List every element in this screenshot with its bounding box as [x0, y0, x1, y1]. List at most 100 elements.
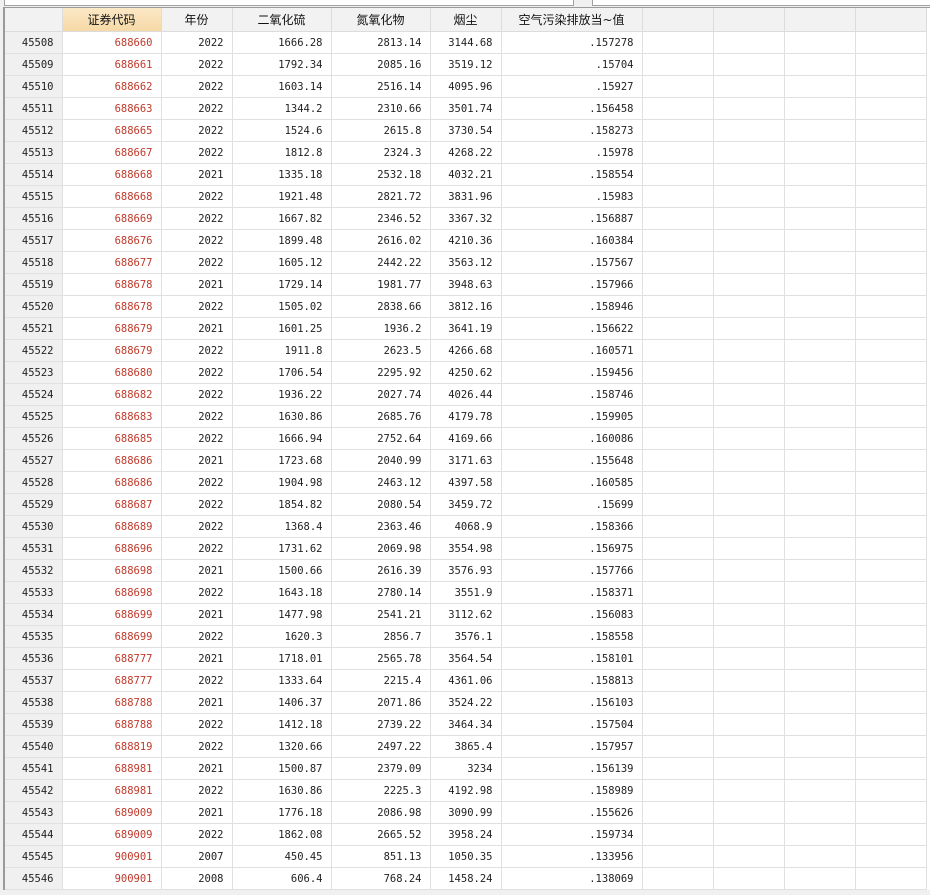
cell-nox[interactable]: 2497.22: [331, 735, 431, 758]
cell-air-pollution[interactable]: .157278: [501, 31, 643, 54]
empty-cell[interactable]: [713, 559, 785, 582]
cell-nox[interactable]: 2080.54: [331, 493, 431, 516]
cell-code[interactable]: 688662: [62, 75, 162, 98]
cell-so2[interactable]: 1500.66: [232, 559, 332, 582]
empty-cell[interactable]: [713, 735, 785, 758]
cell-code[interactable]: 688777: [62, 669, 162, 692]
cell-year[interactable]: 2022: [161, 185, 233, 208]
cell-year[interactable]: 2022: [161, 207, 233, 230]
empty-cell[interactable]: [855, 185, 927, 208]
cell-air-pollution[interactable]: .159734: [501, 823, 643, 846]
cell-code[interactable]: 688777: [62, 647, 162, 670]
empty-cell[interactable]: [642, 163, 714, 186]
cell-nox[interactable]: 2856.7: [331, 625, 431, 648]
cell-so2[interactable]: 1729.14: [232, 273, 332, 296]
cell-so2[interactable]: 1605.12: [232, 251, 332, 274]
empty-cell[interactable]: [855, 801, 927, 824]
cell-dust[interactable]: 3865.4: [430, 735, 502, 758]
cell-year[interactable]: 2021: [161, 273, 233, 296]
empty-cell[interactable]: [855, 229, 927, 252]
cell-air-pollution[interactable]: .160086: [501, 427, 643, 450]
cell-air-pollution[interactable]: .160571: [501, 339, 643, 362]
empty-cell[interactable]: [713, 97, 785, 120]
cell-nox[interactable]: 2813.14: [331, 31, 431, 54]
cell-year[interactable]: 2022: [161, 361, 233, 384]
empty-cell[interactable]: [642, 449, 714, 472]
cell-nox[interactable]: 2532.18: [331, 163, 431, 186]
cell-dust[interactable]: 3464.34: [430, 713, 502, 736]
row-number[interactable]: 45540: [5, 735, 63, 758]
cell-nox[interactable]: 2616.02: [331, 229, 431, 252]
cell-year[interactable]: 2008: [161, 867, 233, 890]
cell-code[interactable]: 688819: [62, 735, 162, 758]
empty-cell[interactable]: [855, 207, 927, 230]
cell-dust[interactable]: 3367.32: [430, 207, 502, 230]
cell-so2[interactable]: 1862.08: [232, 823, 332, 846]
empty-cell[interactable]: [855, 713, 927, 736]
cell-air-pollution[interactable]: .156458: [501, 97, 643, 120]
empty-cell[interactable]: [855, 691, 927, 714]
row-number[interactable]: 45538: [5, 691, 63, 714]
row-number[interactable]: 45527: [5, 449, 63, 472]
cell-dust[interactable]: 3519.12: [430, 53, 502, 76]
empty-cell[interactable]: [784, 603, 856, 626]
empty-cell[interactable]: [784, 251, 856, 274]
cell-dust[interactable]: 3958.24: [430, 823, 502, 846]
cell-air-pollution[interactable]: .160585: [501, 471, 643, 494]
cell-dust[interactable]: 3948.63: [430, 273, 502, 296]
cell-dust[interactable]: 4361.06: [430, 669, 502, 692]
cell-air-pollution[interactable]: .160384: [501, 229, 643, 252]
empty-cell[interactable]: [784, 867, 856, 890]
empty-cell[interactable]: [642, 559, 714, 582]
empty-cell[interactable]: [642, 317, 714, 340]
cell-air-pollution[interactable]: .133956: [501, 845, 643, 868]
cell-nox[interactable]: 1936.2: [331, 317, 431, 340]
empty-cell[interactable]: [784, 801, 856, 824]
cell-nox[interactable]: 2295.92: [331, 361, 431, 384]
cell-so2[interactable]: 1854.82: [232, 493, 332, 516]
cell-so2[interactable]: 1936.22: [232, 383, 332, 406]
cell-air-pollution[interactable]: .158273: [501, 119, 643, 142]
cell-air-pollution[interactable]: .156103: [501, 691, 643, 714]
cell-year[interactable]: 2007: [161, 845, 233, 868]
cell-dust[interactable]: 3730.54: [430, 119, 502, 142]
cell-so2[interactable]: 1904.98: [232, 471, 332, 494]
empty-cell[interactable]: [713, 471, 785, 494]
cell-year[interactable]: 2022: [161, 75, 233, 98]
cell-code[interactable]: 688676: [62, 229, 162, 252]
empty-cell[interactable]: [784, 339, 856, 362]
cell-nox[interactable]: 2623.5: [331, 339, 431, 362]
cell-year[interactable]: 2022: [161, 493, 233, 516]
cell-so2[interactable]: 1412.18: [232, 713, 332, 736]
empty-cell[interactable]: [713, 31, 785, 54]
cell-air-pollution[interactable]: .158554: [501, 163, 643, 186]
empty-cell[interactable]: [642, 493, 714, 516]
empty-cell[interactable]: [642, 801, 714, 824]
cell-air-pollution[interactable]: .158558: [501, 625, 643, 648]
empty-cell[interactable]: [784, 669, 856, 692]
empty-cell[interactable]: [713, 647, 785, 670]
empty-cell[interactable]: [713, 317, 785, 340]
cell-so2[interactable]: 1718.01: [232, 647, 332, 670]
cell-year[interactable]: 2022: [161, 427, 233, 450]
cell-dust[interactable]: 3171.63: [430, 449, 502, 472]
empty-cell[interactable]: [642, 185, 714, 208]
cell-so2[interactable]: 1723.68: [232, 449, 332, 472]
empty-cell[interactable]: [713, 691, 785, 714]
empty-cell[interactable]: [713, 119, 785, 142]
cell-year[interactable]: 2021: [161, 449, 233, 472]
cell-year[interactable]: 2021: [161, 603, 233, 626]
cell-year[interactable]: 2022: [161, 53, 233, 76]
empty-cell[interactable]: [713, 53, 785, 76]
empty-cell[interactable]: [713, 493, 785, 516]
cell-so2[interactable]: 1812.8: [232, 141, 332, 164]
cell-nox[interactable]: 2616.39: [331, 559, 431, 582]
empty-cell[interactable]: [713, 757, 785, 780]
cell-dust[interactable]: 4179.78: [430, 405, 502, 428]
cell-nox[interactable]: 2516.14: [331, 75, 431, 98]
empty-cell[interactable]: [642, 867, 714, 890]
cell-nox[interactable]: 2752.64: [331, 427, 431, 450]
cell-air-pollution[interactable]: .158746: [501, 383, 643, 406]
cell-nox[interactable]: 1981.77: [331, 273, 431, 296]
value-input[interactable]: [592, 0, 930, 6]
